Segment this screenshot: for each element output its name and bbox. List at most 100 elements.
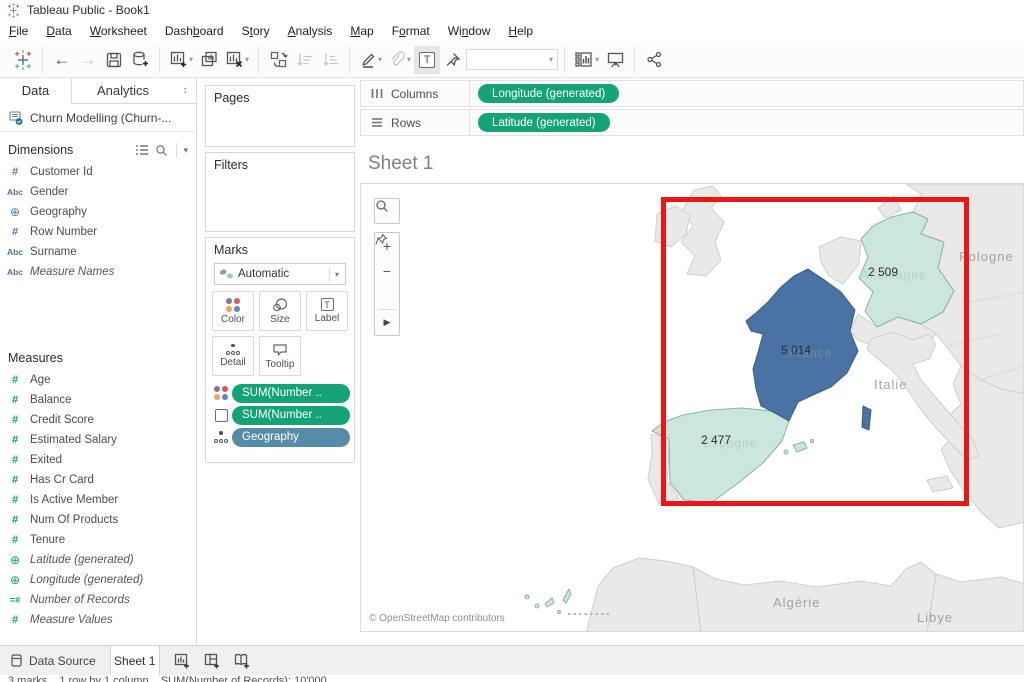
field-has-cr-card[interactable]: #Has Cr Card [0,470,196,490]
show-mark-labels-icon[interactable]: T [414,46,440,74]
tableau-app-icon [6,3,21,18]
pane-menu-caret-icon[interactable]: ▾ [183,145,188,156]
map-controls-expand-button[interactable]: ▶ [375,310,399,335]
columns-icon [370,87,384,100]
data-source-item[interactable]: Churn Modelling (Churn-... [0,104,196,132]
filters-card[interactable]: Filters [205,152,355,232]
field-latitude-generated[interactable]: ⊕Latitude (generated) [0,550,196,570]
sort-descending-icon[interactable] [317,46,343,74]
tooltip-button[interactable]: Tooltip [259,336,301,376]
field-balance[interactable]: #Balance [0,390,196,410]
menu-window[interactable]: Window [439,22,500,40]
save-icon[interactable] [101,46,127,74]
field-longitude-generated[interactable]: ⊕Longitude (generated) [0,570,196,590]
sheet-tabs-bar: Data Source Sheet 1 [0,645,1024,675]
menu-format[interactable]: Format [383,22,439,40]
detail-button[interactable]: Detail [212,336,254,376]
zoom-out-button[interactable]: − [375,258,399,283]
island-canary-5 [563,589,571,603]
undo-icon[interactable]: ← [49,46,75,74]
data-pane-tabs: Data Analytics ↕ [0,78,196,104]
menu-file[interactable]: File [0,22,37,40]
rows-icon [370,116,384,129]
menu-analysis[interactable]: Analysis [279,22,342,40]
clear-sheet-icon[interactable]: ▾ [222,46,252,74]
presentation-mode-icon[interactable] [602,46,628,74]
color-button[interactable]: Color [212,291,254,331]
menu-map[interactable]: Map [341,22,382,40]
swap-rows-columns-icon[interactable] [265,46,291,74]
columns-shelf[interactable]: Columns Longitude (generated) [360,80,1024,107]
status-bar: 3 marks 1 row by 1 column SUM(Number of … [8,675,327,682]
field-tenure[interactable]: #Tenure [0,530,196,550]
size-button[interactable]: Size [259,291,301,331]
map-search-button[interactable] [374,198,400,224]
label-icon: T [321,298,334,311]
pill-color-icon [210,386,232,400]
paperclip-icon[interactable]: ▾ [385,46,414,74]
field-age[interactable]: #Age [0,370,196,390]
field-row-number[interactable]: #Row Number [0,222,196,242]
field-gender[interactable]: AbcGender [0,182,196,202]
field-measure-values[interactable]: #Measure Values [0,610,196,630]
menu-data[interactable]: Data [37,22,80,40]
tableau-logo-icon[interactable] [10,46,36,74]
new-worksheet-tab-button[interactable] [168,646,198,675]
new-worksheet-icon[interactable]: ▾ [166,46,196,74]
share-icon[interactable] [641,46,667,74]
marks-card: Marks Automatic ▾ Color Size [205,237,355,463]
rows-pill-latitude[interactable]: Latitude (generated) [478,113,610,132]
fit-selector-dropdown[interactable]: ▾ [466,49,558,70]
window-title: Tableau Public - Book1 [27,3,150,17]
duplicate-sheet-icon[interactable] [196,46,222,74]
columns-pill-longitude[interactable]: Longitude (generated) [478,84,619,103]
tab-data[interactable]: Data [0,78,72,104]
sort-ascending-icon[interactable] [291,46,317,74]
menu-worksheet[interactable]: Worksheet [81,22,156,40]
pages-title: Pages [206,86,354,107]
redo-icon[interactable]: → [75,46,101,74]
field-measure-names[interactable]: AbcMeasure Names [0,262,196,282]
field-num-of-products[interactable]: #Num Of Products [0,510,196,530]
field-number-of-records[interactable]: =#Number of Records [0,590,196,610]
new-data-source-icon[interactable] [127,46,153,74]
zoom-home-pin-button[interactable] [375,284,399,309]
pages-card[interactable]: Pages [205,85,355,147]
new-dashboard-tab-button[interactable] [198,646,228,675]
menu-dashboard[interactable]: Dashboard [156,22,233,40]
highlight-rectangle [661,197,969,506]
marks-pill-label-sum[interactable]: SUM(Number .. [210,404,350,426]
menu-help[interactable]: Help [499,22,542,40]
color-icon [226,298,240,312]
field-estimated-salary[interactable]: #Estimated Salary [0,430,196,450]
field-is-active-member[interactable]: #Is Active Member [0,490,196,510]
field-customer-id[interactable]: #Customer Id [0,162,196,182]
tab-analytics[interactable]: Analytics [72,78,174,103]
menu-story[interactable]: Story [233,22,279,40]
field-credit-score[interactable]: #Credit Score [0,410,196,430]
view-as-list-icon[interactable] [135,144,149,156]
label-button[interactable]: T Label [306,291,348,331]
data-source-tab[interactable]: Data Source [0,646,110,675]
field-exited[interactable]: #Exited [0,450,196,470]
data-source-tab-icon [10,653,23,668]
map-view[interactable]: Pologne Italie Algérie Libye Allemagne F… [360,183,1024,632]
sheet1-tab[interactable]: Sheet 1 [110,646,160,675]
marks-pill-geography[interactable]: Geography [210,426,350,448]
size-icon [272,298,288,312]
show-me-icon[interactable]: ▾ [571,46,602,74]
field-surname[interactable]: AbcSurname [0,242,196,262]
rows-shelf[interactable]: Rows Latitude (generated) [360,109,1024,136]
field-geography[interactable]: ⊕Geography [0,202,196,222]
new-story-tab-button[interactable] [228,646,258,675]
mark-type-dropdown[interactable]: Automatic ▾ [214,263,346,285]
find-field-icon[interactable] [155,144,168,157]
data-source-icon [8,110,24,126]
mark-type-caret-icon: ▾ [329,267,341,282]
fix-axes-pin-icon[interactable] [440,46,466,74]
filters-title: Filters [206,153,354,174]
highlight-icon[interactable]: ▾ [356,46,385,74]
data-pane: Data Analytics ↕ Churn Modelling (Churn-… [0,78,197,645]
marks-pill-color-sum[interactable]: SUM(Number .. [210,382,350,404]
pane-sort-icon[interactable]: ↕ [174,78,196,103]
